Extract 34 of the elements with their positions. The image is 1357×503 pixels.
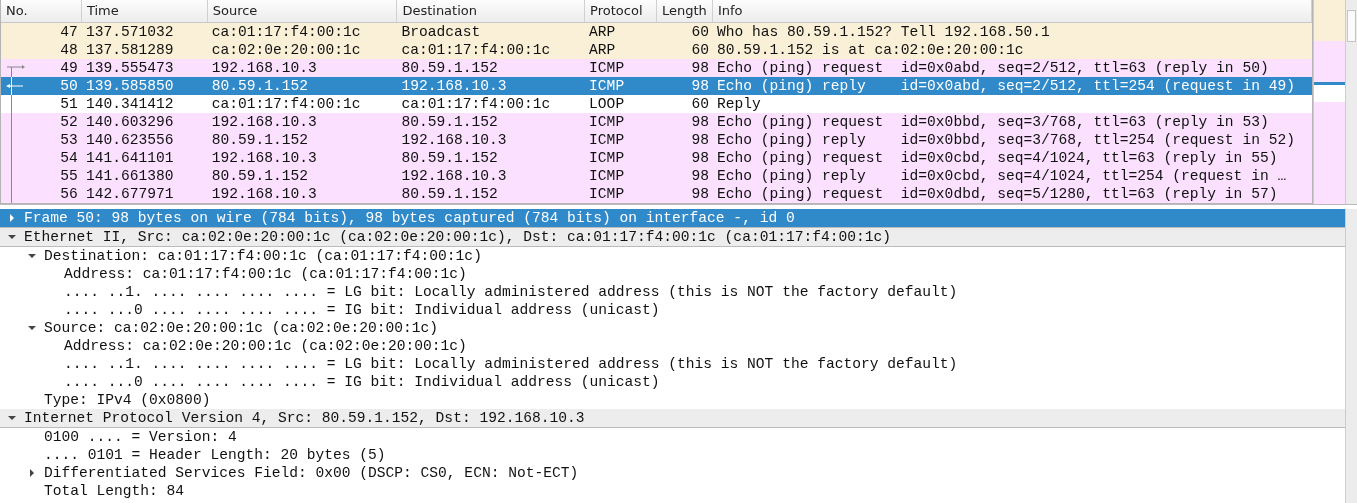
- tree-row[interactable]: Frame 50: 98 bytes on wire (784 bits), 98 bytes captured (784 bits) on interface -, id 0: [0, 209, 1345, 228]
- packet-row[interactable]: 56 142.677971 192.168.10.3 80.59.1.152 ICMP 98 Echo (ping) request id=0x0dbd, seq=5/1280, ttl=63 (reply in 57): [1, 185, 1312, 203]
- column-header[interactable]: Source: [207, 0, 398, 22]
- packet-row[interactable]: 48 137.581289 ca:02:0e:20:00:1c ca:01:17:f4:00:1c ARP 60 80.59.1.152 is at ca:02:0e:20:00:1c: [1, 41, 1312, 59]
- packet-row[interactable]: 53 140.623556 80.59.1.152 192.168.10.3 ICMP 98 Echo (ping) reply id=0x0bbd, seq=3/768, ttl=254 (request in 52): [1, 131, 1312, 149]
- packet-row[interactable]: 54 141.641101 192.168.10.3 80.59.1.152 ICMP 98 Echo (ping) request id=0x0cbd, seq=4/1024, ttl=63 (reply in 55): [1, 149, 1312, 167]
- tree-row[interactable]: Ethernet II, Src: ca:02:0e:20:00:1c (ca:02:0e:20:00:1c), Dst: ca:01:17:f4:00:1c (ca:01:17:f4:00:1c): [0, 228, 1345, 247]
- column-header[interactable]: Destination: [397, 0, 586, 22]
- column-header[interactable]: Length: [657, 0, 713, 22]
- tree-row[interactable]: Address: ca:01:17:f4:00:1c (ca:01:17:f4:00:1c): [0, 265, 1345, 283]
- column-header[interactable]: Protocol: [585, 0, 657, 22]
- packet-row[interactable]: 49 139.555473 192.168.10.3 80.59.1.152 ICMP 98 Echo (ping) request id=0x0abd, seq=2/512, ttl=63 (reply in 50): [1, 59, 1312, 77]
- tree-row[interactable]: .... 0101 = Header Length: 20 bytes (5): [0, 446, 1345, 464]
- packet-row[interactable]: 55 141.661380 80.59.1.152 192.168.10.3 ICMP 98 Echo (ping) reply id=0x0cbd, seq=4/1024, ttl=254 (request in …: [1, 167, 1312, 185]
- tree-row[interactable]: 0100 .... = Version: 4: [0, 428, 1345, 446]
- tree-row[interactable]: Destination: ca:01:17:f4:00:1c (ca:01:17:f4:00:1c): [0, 247, 1345, 265]
- scrollbar[interactable]: [1345, 209, 1357, 503]
- tree-row[interactable]: Internet Protocol Version 4, Src: 80.59.1.152, Dst: 192.168.10.3: [0, 409, 1345, 428]
- tree-row[interactable]: .... ...0 .... .... .... .... = IG bit: Individual address (unicast): [0, 301, 1345, 319]
- packet-row[interactable]: 47 137.571032 ca:01:17:f4:00:1c Broadcast ARP 60 Who has 80.59.1.152? Tell 192.168.50.1: [1, 23, 1312, 41]
- packet-row[interactable]: 50 139.585850 80.59.1.152 192.168.10.3 ICMP 98 Echo (ping) reply id=0x0abd, seq=2/512, ttl=254 (request in 49): [1, 77, 1312, 95]
- column-header[interactable]: Info: [712, 0, 1312, 22]
- column-header[interactable]: No.: [1, 0, 82, 22]
- packet-row[interactable]: 52 140.603296 192.168.10.3 80.59.1.152 ICMP 98 Echo (ping) request id=0x0bbd, seq=3/768, ttl=63 (reply in 53): [1, 113, 1312, 131]
- tree-row[interactable]: .... ..1. .... .... .... .... = LG bit: Locally administered address (this is NOT the factory default): [0, 355, 1345, 373]
- tree-row[interactable]: Total Length: 84: [0, 482, 1345, 500]
- tree-row[interactable]: Address: ca:02:0e:20:00:1c (ca:02:0e:20:00:1c): [0, 337, 1345, 355]
- tree-row[interactable]: Differentiated Services Field: 0x00 (DSCP: CS0, ECN: Not-ECT): [0, 464, 1345, 482]
- scrollbar[interactable]: [1345, 0, 1357, 204]
- tree-row[interactable]: Source: ca:02:0e:20:00:1c (ca:02:0e:20:00:1c): [0, 319, 1345, 337]
- tree-row[interactable]: .... ..1. .... .... .... .... = LG bit: Locally administered address (this is NOT the factory default): [0, 283, 1345, 301]
- tree-row[interactable]: .... ...0 .... .... .... .... = IG bit: Individual address (unicast): [0, 373, 1345, 391]
- tree-row[interactable]: Type: IPv4 (0x0800): [0, 391, 1345, 409]
- column-header[interactable]: Time: [81, 0, 208, 22]
